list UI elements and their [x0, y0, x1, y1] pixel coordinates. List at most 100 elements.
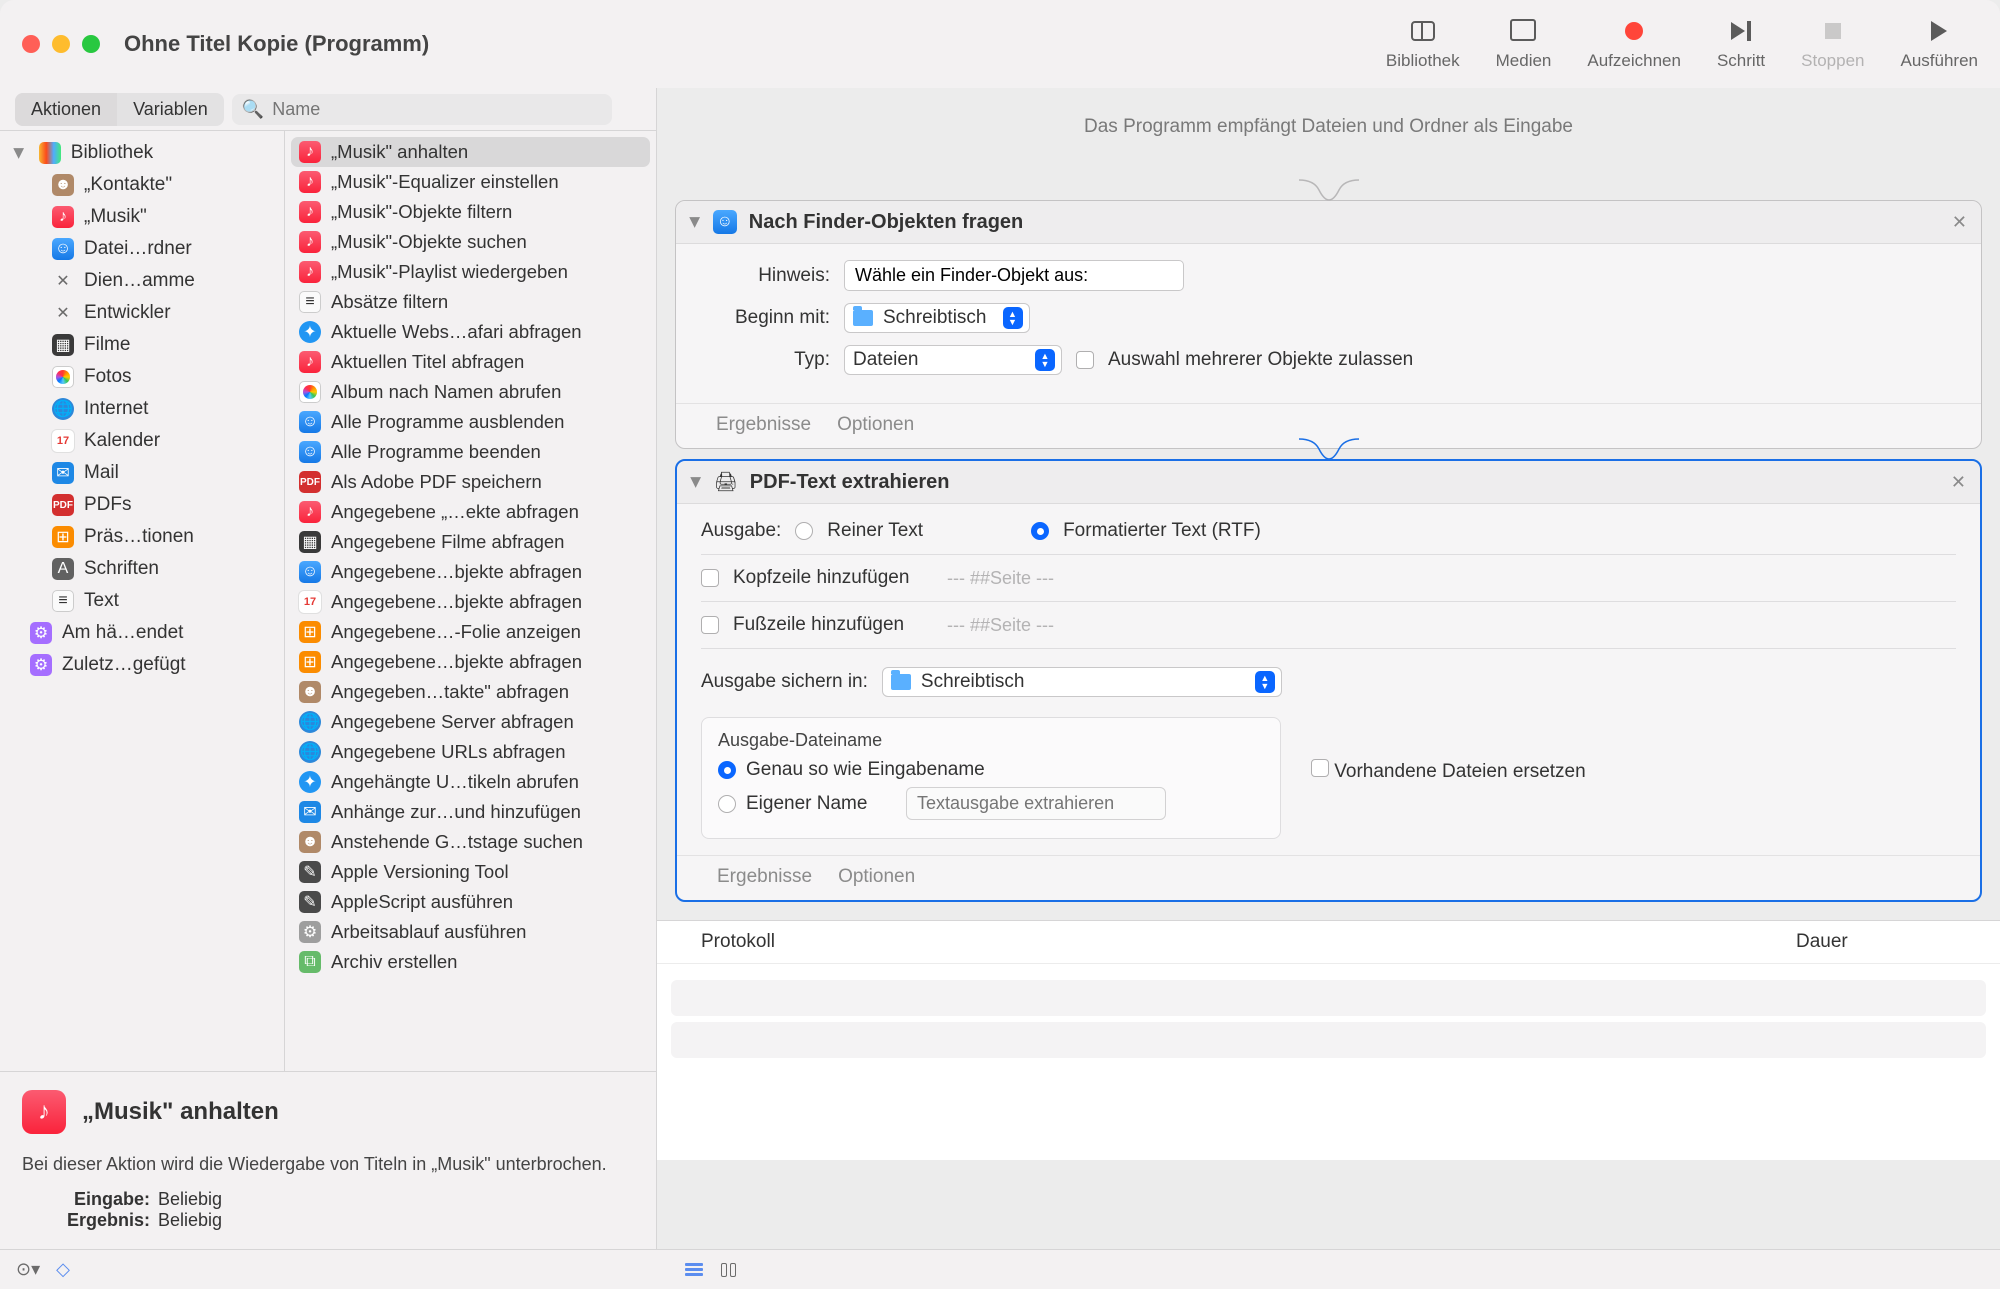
add-header-checkbox[interactable] — [701, 569, 719, 587]
category-item[interactable]: 17Kalender — [0, 425, 284, 457]
action-item[interactable]: ⧉Archiv erstellen — [285, 947, 656, 977]
start-location-popup[interactable]: Schreibtisch ▲▼ — [844, 303, 1030, 333]
action-item[interactable]: ▦Angegebene Filme abfragen — [285, 527, 656, 557]
save-location-popup[interactable]: Schreibtisch ▲▼ — [882, 667, 1282, 697]
search-field[interactable]: 🔍 — [232, 94, 612, 125]
action-item[interactable]: ⊞Angegebene…bjekte abfragen — [285, 647, 656, 677]
txt-icon: ≡ — [299, 291, 321, 313]
play-icon — [1931, 21, 1947, 41]
close-icon[interactable]: ✕ — [1952, 212, 1967, 233]
category-item[interactable]: ✕Dien…amme — [0, 265, 284, 297]
action-item[interactable]: PDFAls Adobe PDF speichern — [285, 467, 656, 497]
results-button[interactable]: Ergebnisse — [716, 414, 811, 436]
allow-multiple-label: Auswahl mehrerer Objekte zulassen — [1108, 349, 1413, 371]
header-placeholder: --- ##Seite --- — [947, 568, 1054, 589]
category-item[interactable]: ▦Filme — [0, 329, 284, 361]
search-input[interactable] — [272, 99, 602, 120]
action-item[interactable]: ✦Angehängte U…tikeln abrufen — [285, 767, 656, 797]
action-item[interactable]: 17Angegebene…bjekte abfragen — [285, 587, 656, 617]
pdf-icon: PDF — [299, 471, 321, 493]
custom-name-radio[interactable] — [718, 795, 736, 813]
action-item[interactable]: ✉Anhänge zur…und hinzufügen — [285, 797, 656, 827]
hint-input[interactable] — [844, 260, 1184, 291]
disclosure-icon[interactable]: ▶ — [687, 217, 704, 228]
category-item[interactable]: PDFPDFs — [0, 489, 284, 521]
allow-multiple-checkbox[interactable] — [1076, 351, 1094, 369]
action-item[interactable]: ⚙Arbeitsablauf ausführen — [285, 917, 656, 947]
category-item[interactable]: ✉Mail — [0, 457, 284, 489]
log-panel: Protokoll Dauer — [657, 920, 2000, 1160]
add-footer-checkbox[interactable] — [701, 616, 719, 634]
options-button[interactable]: Optionen — [837, 414, 914, 436]
category-item[interactable]: ⊞Präs…tionen — [0, 521, 284, 553]
action-item[interactable]: Album nach Namen abrufen — [285, 377, 656, 407]
category-item[interactable]: ♪„Musik" — [0, 201, 284, 233]
disclosure-icon[interactable]: ▶ — [688, 477, 705, 488]
zoom-window-button[interactable] — [82, 35, 100, 53]
toolbar-media-button[interactable]: Medien — [1496, 17, 1552, 71]
toolbar-library-button[interactable]: Bibliothek — [1386, 17, 1460, 71]
close-icon[interactable]: ✕ — [1951, 472, 1966, 493]
same-as-input-radio[interactable] — [718, 761, 736, 779]
action-item[interactable]: ♪Angegebene „…ekte abfragen — [285, 497, 656, 527]
status-bookmark-icon[interactable]: ◇ — [56, 1259, 70, 1280]
action-item[interactable]: ≡Absätze filtern — [285, 287, 656, 317]
cal-icon: 17 — [299, 591, 321, 613]
music-icon: ♪ — [299, 141, 321, 163]
film-icon: ▦ — [52, 334, 74, 356]
mail-icon: ✉ — [299, 801, 321, 823]
photos-icon — [299, 381, 321, 403]
log-col-duration: Dauer — [1796, 931, 1956, 953]
list-view-icon[interactable] — [685, 1263, 703, 1277]
tools-icon: ✕ — [52, 270, 74, 292]
action-item[interactable]: ♪„Musik" anhalten — [291, 137, 650, 167]
action-item[interactable]: ⊞Angegebene…-Folie anzeigen — [285, 617, 656, 647]
smart-folder-item[interactable]: ⚙Am hä…endet — [0, 617, 284, 649]
category-item[interactable]: ☻„Kontakte" — [0, 169, 284, 201]
replace-files-checkbox[interactable] — [1311, 759, 1329, 777]
toolbar-step-button[interactable]: Schritt — [1717, 17, 1765, 71]
action-item[interactable]: ♪„Musik"-Objekte filtern — [285, 197, 656, 227]
category-item[interactable]: ☺Datei…rdner — [0, 233, 284, 265]
action-item[interactable]: ♪„Musik"-Objekte suchen — [285, 227, 656, 257]
column-view-icon[interactable] — [721, 1263, 736, 1277]
type-label: Typ: — [700, 349, 830, 371]
action-item[interactable]: ♪„Musik"-Playlist wiedergeben — [285, 257, 656, 287]
action-item[interactable]: 🌐Angegebene Server abfragen — [285, 707, 656, 737]
close-window-button[interactable] — [22, 35, 40, 53]
action-item[interactable]: ✦Aktuelle Webs…afari abfragen — [285, 317, 656, 347]
action-item[interactable]: ☺Angegebene…bjekte abfragen — [285, 557, 656, 587]
tab-actions[interactable]: Aktionen — [15, 93, 117, 126]
tools-icon: ✕ — [52, 302, 74, 324]
category-item[interactable]: ASchriften — [0, 553, 284, 585]
action-item[interactable]: ✎AppleScript ausführen — [285, 887, 656, 917]
music-icon: ♪ — [299, 171, 321, 193]
results-button[interactable]: Ergebnisse — [717, 866, 812, 888]
status-bar: ⊙▾ ◇ — [0, 1249, 2000, 1289]
rtf-radio[interactable] — [1031, 522, 1049, 540]
film-icon: ▦ — [299, 531, 321, 553]
action-item[interactable]: 🌐Angegebene URLs abfragen — [285, 737, 656, 767]
options-button[interactable]: Optionen — [838, 866, 915, 888]
action-item[interactable]: ☺Alle Programme beenden — [285, 437, 656, 467]
library-root[interactable]: ▶ Bibliothek — [0, 137, 284, 169]
smart-folder-item[interactable]: ⚙Zuletz…gefügt — [0, 649, 284, 681]
category-item[interactable]: 🌐Internet — [0, 393, 284, 425]
action-item[interactable]: ☻Anstehende G…tstage suchen — [285, 827, 656, 857]
type-popup[interactable]: Dateien ▲▼ — [844, 345, 1062, 375]
action-item[interactable]: ✎Apple Versioning Tool — [285, 857, 656, 887]
toolbar-record-button[interactable]: Aufzeichnen — [1587, 17, 1681, 71]
tab-variables[interactable]: Variablen — [117, 93, 224, 126]
action-item[interactable]: ☺Alle Programme ausblenden — [285, 407, 656, 437]
toolbar-run-button[interactable]: Ausführen — [1901, 17, 1979, 71]
status-menu-icon[interactable]: ⊙▾ — [16, 1259, 40, 1280]
minimize-window-button[interactable] — [52, 35, 70, 53]
category-item[interactable]: Fotos — [0, 361, 284, 393]
action-item[interactable]: ☻Angegeben…takte" abfragen — [285, 677, 656, 707]
action-item[interactable]: ♪Aktuellen Titel abfragen — [285, 347, 656, 377]
category-item[interactable]: ✕Entwickler — [0, 297, 284, 329]
category-item[interactable]: ≡Text — [0, 585, 284, 617]
key-icon: ⊞ — [52, 526, 74, 548]
action-item[interactable]: ♪„Musik"-Equalizer einstellen — [285, 167, 656, 197]
plain-text-radio[interactable] — [795, 522, 813, 540]
